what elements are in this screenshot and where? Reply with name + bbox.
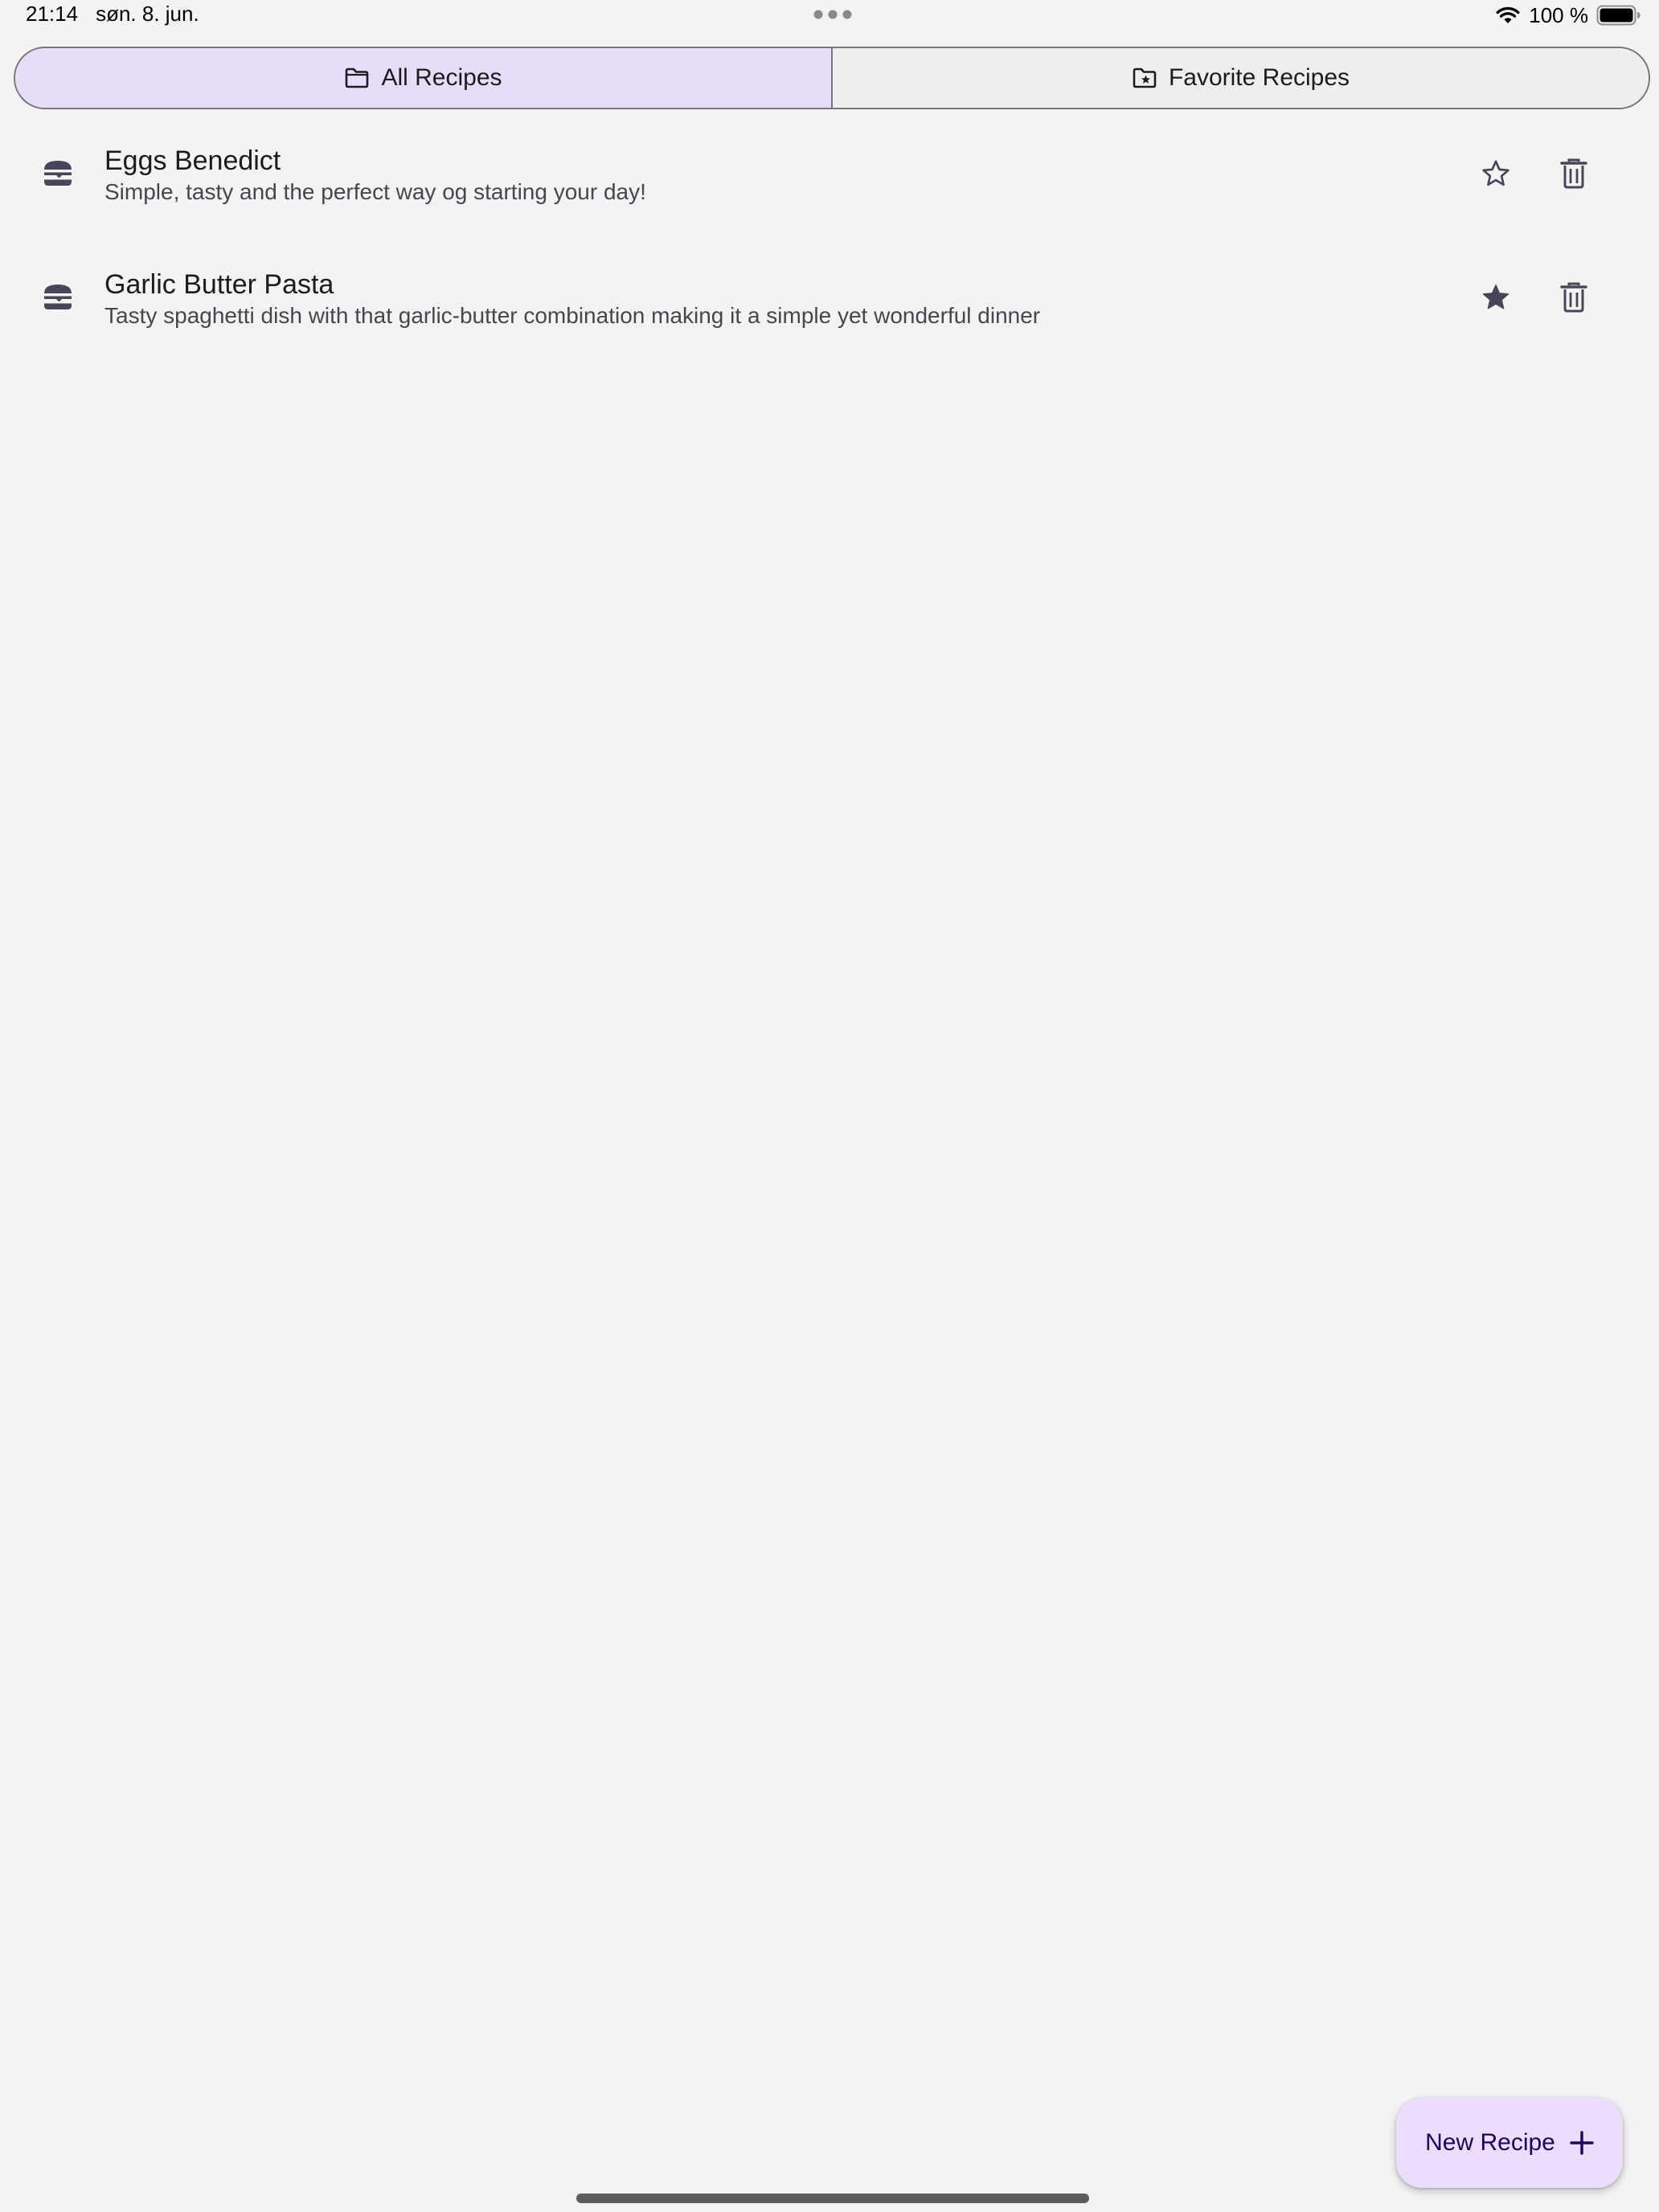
recipe-title: Eggs Benedict [104, 145, 281, 176]
folder-icon [346, 68, 369, 88]
star-filled-icon [1482, 285, 1509, 309]
favorite-button[interactable] [1473, 275, 1518, 320]
wifi-icon [1496, 6, 1520, 23]
multitask-dots-icon[interactable] [813, 10, 852, 19]
delete-button[interactable] [1551, 275, 1596, 320]
trash-icon [1560, 282, 1587, 313]
status-time-date: 21:14 søn. 8. jun. [26, 2, 199, 27]
battery-percentage: 100 % [1529, 2, 1588, 27]
list-item[interactable]: Garlic Butter Pasta Tasty spaghetti dish… [0, 246, 1659, 370]
tab-favorite-recipes[interactable]: Favorite Recipes [831, 48, 1649, 108]
recipe-title: Garlic Butter Pasta [104, 269, 334, 300]
recipe-description: Tasty spaghetti dish with that garlic-bu… [104, 303, 1041, 328]
recipe-text: Eggs Benedict Simple, tasty and the perf… [104, 143, 1431, 206]
status-indicators: 100 % [1495, 2, 1641, 29]
trash-icon [1560, 158, 1587, 189]
status-bar: 21:14 søn. 8. jun. 100 % [0, 0, 1659, 32]
folder-star-icon [1133, 68, 1157, 88]
star-outline-icon [1482, 160, 1509, 186]
battery-icon [1596, 5, 1641, 26]
burger-icon [44, 285, 72, 309]
tab-all-recipes[interactable]: All Recipes [15, 48, 831, 108]
new-recipe-button[interactable]: New Recipe [1396, 2098, 1623, 2188]
list-item[interactable]: Eggs Benedict Simple, tasty and the perf… [0, 122, 1659, 246]
recipe-filter-tabs: All Recipes Favorite Recipes [14, 47, 1650, 109]
tab-label: All Recipes [381, 64, 502, 91]
new-recipe-label: New Recipe [1425, 2129, 1555, 2156]
status-date: søn. 8. jun. [96, 2, 199, 26]
recipe-list: Eggs Benedict Simple, tasty and the perf… [0, 122, 1659, 370]
recipe-description: Simple, tasty and the perfect way og sta… [104, 179, 646, 204]
home-indicator[interactable] [576, 2194, 1089, 2203]
favorite-button[interactable] [1473, 151, 1518, 196]
tab-label: Favorite Recipes [1168, 64, 1350, 91]
status-time: 21:14 [26, 2, 79, 26]
delete-button[interactable] [1551, 151, 1596, 196]
recipe-text: Garlic Butter Pasta Tasty spaghetti dish… [104, 267, 1431, 330]
burger-icon [44, 161, 72, 186]
plus-icon [1570, 2131, 1594, 2155]
